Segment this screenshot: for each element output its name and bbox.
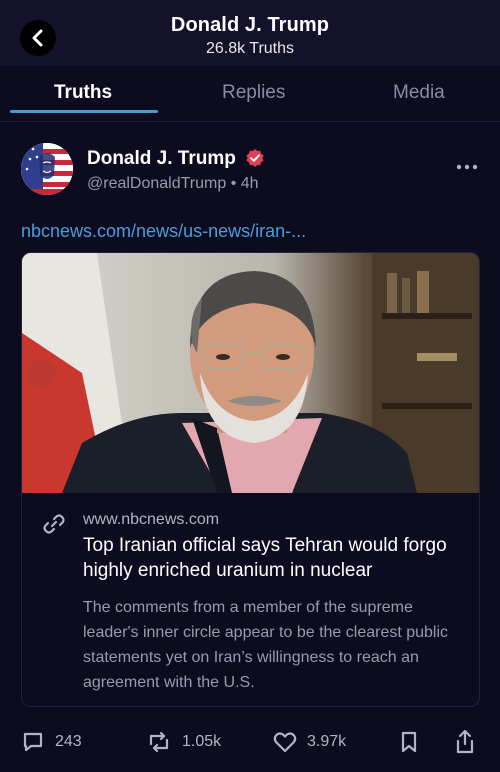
tab-replies[interactable]: Replies bbox=[222, 82, 285, 104]
link-preview-card[interactable]: www.nbcnews.com Top Iranian official say… bbox=[21, 252, 480, 707]
post-actions: 243 1.05k 3.97k bbox=[0, 724, 500, 760]
more-dots-icon bbox=[456, 164, 478, 170]
article-photo bbox=[22, 253, 479, 493]
truths-count: 26.8k Truths bbox=[205, 40, 295, 57]
card-title[interactable]: Top Iranian official says Tehran would f… bbox=[83, 533, 463, 583]
retruth-icon bbox=[149, 731, 169, 753]
time-separator: • bbox=[230, 175, 237, 192]
active-tab-indicator bbox=[10, 110, 158, 113]
author-name[interactable]: Donald J. Trump bbox=[87, 148, 236, 170]
more-options-button[interactable] bbox=[455, 159, 479, 175]
article-image[interactable] bbox=[22, 253, 479, 493]
author-handle[interactable]: @realDonaldTrump bbox=[87, 175, 226, 192]
avatar-image bbox=[21, 143, 73, 195]
avatar[interactable] bbox=[21, 143, 73, 195]
reply-button[interactable]: 243 bbox=[21, 724, 82, 760]
share-icon bbox=[456, 729, 474, 754]
link-icon bbox=[43, 514, 65, 534]
heart-icon bbox=[273, 732, 297, 753]
profile-header: Donald J. Trump 26.8k Truths bbox=[0, 0, 500, 66]
reply-icon bbox=[23, 732, 43, 752]
post-time: 4h bbox=[240, 175, 259, 192]
tab-truths[interactable]: Truths bbox=[54, 82, 112, 104]
retruth-count: 1.05k bbox=[182, 733, 222, 750]
profile-tabs: Truths Replies Media bbox=[0, 66, 500, 122]
card-domain: www.nbcnews.com bbox=[83, 511, 220, 528]
page-title: Donald J. Trump bbox=[170, 14, 330, 36]
author-handle-line: @realDonaldTrump • 4h bbox=[87, 175, 259, 193]
bookmark-icon bbox=[401, 731, 417, 753]
verified-badge-icon bbox=[246, 149, 264, 167]
like-button[interactable]: 3.97k bbox=[273, 724, 346, 760]
like-count: 3.97k bbox=[307, 733, 347, 750]
tab-media[interactable]: Media bbox=[393, 82, 445, 104]
retruth-button[interactable]: 1.05k bbox=[146, 724, 221, 760]
share-button[interactable] bbox=[454, 724, 476, 760]
reply-count: 243 bbox=[55, 733, 82, 750]
post-link[interactable]: nbcnews.com/news/us-news/iran-... bbox=[21, 221, 306, 242]
card-description: The comments from a member of the suprem… bbox=[83, 599, 449, 691]
bookmark-button[interactable] bbox=[400, 724, 418, 760]
